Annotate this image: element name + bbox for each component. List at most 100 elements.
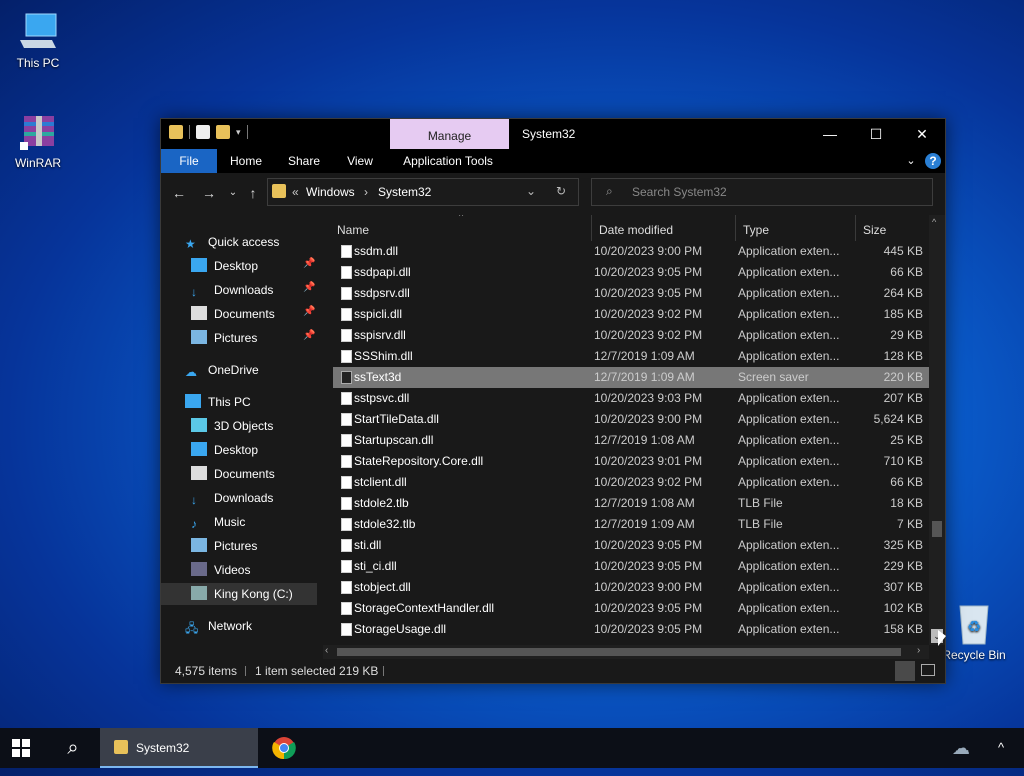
table-row[interactable]: Startupscan.dll 12/7/2019 1:08 AM Applicat…: [333, 430, 929, 451]
nav-drive-c[interactable]: King Kong (C:): [161, 583, 317, 605]
nav-network[interactable]: 🖧 Network: [185, 615, 252, 637]
start-button[interactable]: [12, 728, 38, 768]
nav-quick-documents[interactable]: Documents: [191, 303, 275, 325]
nav-onedrive[interactable]: ☁ OneDrive: [185, 359, 259, 381]
file-name: ssdm.dll: [354, 244, 399, 258]
show-hidden-icons-icon[interactable]: ^: [998, 728, 1014, 768]
desktop-icon-this-pc[interactable]: This PC: [0, 10, 76, 70]
search-input[interactable]: Search System32: [632, 185, 727, 199]
nav-pictures[interactable]: Pictures: [191, 535, 257, 557]
desktop-icon-winrar[interactable]: WinRAR: [0, 110, 76, 170]
table-row[interactable]: sstpsvc.dll 10/20/2023 9:03 PM Application…: [333, 388, 929, 409]
nav-music[interactable]: ♪ Music: [191, 511, 245, 533]
tab-application-tools[interactable]: Application Tools: [393, 149, 503, 173]
address-bar[interactable]: « Windows › System32 ⌄ ↻: [267, 178, 579, 206]
nav-3d-objects[interactable]: 3D Objects: [191, 415, 273, 437]
vertical-scrollbar[interactable]: ^ ⌄: [929, 215, 945, 645]
videos-icon: [191, 562, 207, 576]
pin-icon[interactable]: 📌: [303, 258, 315, 269]
table-row[interactable]: sspicli.dll 10/20/2023 9:02 PM Application…: [333, 304, 929, 325]
nav-this-pc[interactable]: This PC: [185, 391, 251, 413]
large-icons-view-icon[interactable]: [921, 664, 935, 676]
file-name: StateRepository.Core.dll: [354, 454, 484, 468]
nav-videos[interactable]: Videos: [191, 559, 250, 581]
tab-file[interactable]: File: [161, 149, 217, 173]
nav-quick-pictures[interactable]: Pictures: [191, 327, 257, 349]
file-name: stobject.dll: [354, 580, 411, 594]
close-button[interactable]: ✕: [899, 119, 945, 149]
table-row[interactable]: ssdm.dll 10/20/2023 9:00 PM Application ex…: [333, 241, 929, 262]
table-row[interactable]: StateRepository.Core.dll 10/20/2023 9:01 …: [333, 451, 929, 472]
properties-icon[interactable]: [196, 125, 210, 139]
screensaver-file-icon: [341, 371, 352, 384]
nav-quick-downloads[interactable]: ↓ Downloads: [191, 279, 273, 301]
breadcrumb-system32[interactable]: System32: [378, 185, 431, 199]
forward-button[interactable]: →: [199, 183, 219, 203]
minimize-button[interactable]: —: [807, 119, 853, 149]
column-separator[interactable]: [855, 215, 856, 241]
cloud-icon: ☁: [185, 365, 197, 379]
nav-downloads[interactable]: ↓ Downloads: [191, 487, 273, 509]
pin-icon[interactable]: 📌: [303, 306, 315, 317]
search-box[interactable]: ⌕ Search System32: [591, 178, 933, 206]
maximize-button[interactable]: ☐: [853, 119, 899, 149]
file-name: stdole32.tlb: [354, 517, 416, 531]
tab-home[interactable]: Home: [221, 149, 271, 173]
search-icon[interactable]: ⌕: [58, 728, 88, 768]
table-row[interactable]: sti_ci.dll 10/20/2023 9:05 PM Application …: [333, 556, 929, 577]
file-icon: [341, 539, 352, 552]
table-row[interactable]: stdole32.tlb 12/7/2019 1:09 AM TLB File 7 K…: [333, 514, 929, 535]
tab-share[interactable]: Share: [279, 149, 329, 173]
nav-desktop[interactable]: Desktop: [191, 439, 258, 461]
table-row[interactable]: ssdpsrv.dll 10/20/2023 9:05 PM Application…: [333, 283, 929, 304]
table-row[interactable]: ssdpapi.dll 10/20/2023 9:05 PM Application…: [333, 262, 929, 283]
back-button[interactable]: ←: [169, 183, 189, 203]
table-row[interactable]: stdole2.tlb 12/7/2019 1:08 AM TLB File 18 K…: [333, 493, 929, 514]
scroll-left-icon[interactable]: ‹: [325, 645, 328, 656]
pin-icon[interactable]: 📌: [303, 330, 315, 341]
file-icon: [341, 518, 352, 531]
recent-locations-icon[interactable]: ⌄: [223, 183, 243, 203]
expand-ribbon-icon[interactable]: ⌄: [903, 149, 919, 173]
nav-quick-access[interactable]: ★ Quick access: [185, 231, 279, 253]
table-row[interactable]: StartTileData.dll 10/20/2023 9:00 PM Appli…: [333, 409, 929, 430]
chrome-icon[interactable]: [272, 728, 296, 768]
address-dropdown-icon[interactable]: ⌄: [526, 184, 536, 198]
table-row[interactable]: SSShim.dll 12/7/2019 1:09 AM Application e…: [333, 346, 929, 367]
onedrive-tray-icon[interactable]: ☁: [952, 728, 976, 768]
taskbar-item-explorer[interactable]: System32: [100, 728, 258, 768]
hscrollbar-thumb[interactable]: [337, 648, 901, 656]
desktop-icon-recycle-bin[interactable]: ♻ Recycle Bin: [936, 602, 1012, 662]
scroll-right-icon[interactable]: ›: [917, 645, 920, 656]
up-button[interactable]: ↑: [243, 183, 263, 203]
pin-icon[interactable]: 📌: [303, 282, 315, 293]
table-row[interactable]: sspisrv.dll 10/20/2023 9:02 PM Application…: [333, 325, 929, 346]
file-type: Application exten...: [738, 265, 840, 279]
help-icon[interactable]: ?: [925, 153, 941, 169]
table-row[interactable]: stobject.dll 10/20/2023 9:00 PM Applicatio…: [333, 577, 929, 598]
title-bar[interactable]: ▾ Manage System32 — ☐ ✕: [161, 119, 945, 149]
table-row[interactable]: ssText3d 12/7/2019 1:09 AM Screen saver 220…: [333, 367, 929, 388]
scroll-up-icon[interactable]: ^: [932, 217, 936, 227]
column-separator[interactable]: [591, 215, 592, 241]
manage-tab[interactable]: Manage: [390, 119, 509, 149]
refresh-icon[interactable]: ↻: [556, 184, 566, 198]
breadcrumb-windows[interactable]: Windows: [306, 185, 355, 199]
new-folder-icon[interactable]: [216, 125, 230, 139]
folder-icon: [114, 740, 128, 754]
table-row[interactable]: sti.dll 10/20/2023 9:05 PM Application ext…: [333, 535, 929, 556]
file-name: stdole2.tlb: [354, 496, 409, 510]
table-row[interactable]: StorageContextHandler.dll 10/20/2023 9:05…: [333, 598, 929, 619]
scrollbar-thumb[interactable]: [932, 521, 942, 537]
star-icon: ★: [185, 237, 196, 251]
column-separator[interactable]: [735, 215, 736, 241]
details-view-icon[interactable]: [895, 661, 915, 681]
horizontal-scrollbar[interactable]: ‹ ›: [323, 645, 929, 659]
nav-documents[interactable]: Documents: [191, 463, 275, 485]
tab-view[interactable]: View: [335, 149, 385, 173]
file-type: Application exten...: [738, 454, 840, 468]
table-row[interactable]: StorageUsage.dll 10/20/2023 9:05 PM Applic…: [333, 619, 929, 640]
customize-qat-icon[interactable]: ▾: [236, 127, 241, 138]
nav-quick-desktop[interactable]: Desktop: [191, 255, 258, 277]
table-row[interactable]: stclient.dll 10/20/2023 9:02 PM Applicatio…: [333, 472, 929, 493]
